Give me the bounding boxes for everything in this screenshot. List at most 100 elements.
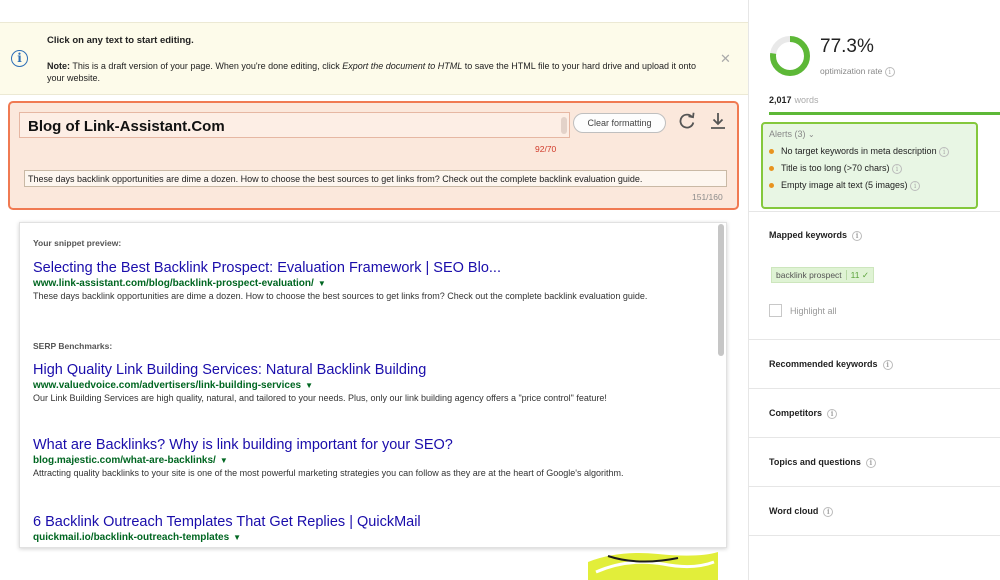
result-title[interactable]: Selecting the Best Backlink Prospect: Ev… bbox=[33, 259, 693, 277]
sidebar: 77.3% optimization rate i 2,017 words Ale… bbox=[748, 0, 1000, 580]
result-url-text[interactable]: blog.majestic.com/what-are-backlinks/ bbox=[33, 455, 216, 466]
refresh-icon[interactable] bbox=[678, 111, 696, 131]
highlight-all-checkbox[interactable] bbox=[769, 304, 782, 317]
result-description: Attracting quality backlinks to your sit… bbox=[33, 468, 624, 478]
description-text[interactable]: These days backlink opportunities are di… bbox=[28, 174, 642, 184]
benchmark-result: High Quality Link Building Services: Nat… bbox=[33, 361, 693, 404]
optimization-rate-label-text: optimization rate bbox=[820, 66, 883, 76]
alert-text: Empty image alt text (5 images) bbox=[781, 180, 908, 190]
chevron-down-icon[interactable]: ▼ bbox=[318, 279, 326, 288]
result-url-text[interactable]: www.link-assistant.com/blog/backlink-pro… bbox=[33, 278, 314, 289]
chevron-down-icon[interactable]: ▼ bbox=[220, 456, 228, 465]
optimization-rate-label: optimization rate i bbox=[820, 66, 895, 77]
result-description: Our Link Building Services are high qual… bbox=[33, 393, 607, 403]
result-url[interactable]: blog.majestic.com/what-are-backlinks/ ▼ bbox=[33, 454, 693, 468]
result-url-text[interactable]: quickmail.io/backlink-outreach-templates bbox=[33, 532, 229, 543]
optimization-rate-value: 77.3% bbox=[820, 36, 874, 57]
alert-item: No target keywords in meta description i bbox=[769, 146, 950, 157]
optimization-donut bbox=[770, 36, 810, 76]
snippet-scrollbar[interactable] bbox=[718, 224, 724, 356]
notice-note-label: Note: bbox=[47, 61, 70, 71]
alert-text: No target keywords in meta description bbox=[781, 146, 937, 156]
result-url[interactable]: quickmail.io/backlink-outreach-templates… bbox=[33, 531, 693, 545]
alerts-header-text[interactable]: Alerts (3) bbox=[769, 129, 806, 139]
word-count-value: 2,017 bbox=[769, 95, 792, 105]
word-cloud-heading[interactable]: Word cloud i bbox=[769, 506, 834, 517]
benchmark-result: What are Backlinks? Why is link building… bbox=[33, 436, 693, 479]
info-icon[interactable]: i bbox=[865, 457, 876, 468]
info-icon[interactable]: i bbox=[891, 163, 902, 174]
title-text[interactable]: Blog of Link-Assistant.Com bbox=[28, 118, 225, 135]
top-bar bbox=[0, 0, 748, 22]
clear-formatting-button[interactable]: Clear formatting bbox=[573, 113, 666, 133]
competitors-label[interactable]: Competitors bbox=[769, 408, 822, 418]
info-icon: i bbox=[11, 50, 28, 67]
keyword-chip[interactable]: backlink prospect 11 ✓ bbox=[771, 267, 874, 283]
alerts-panel: Alerts (3) ⌄ No target keywords in meta … bbox=[761, 122, 978, 209]
sidebar-footer bbox=[749, 535, 1000, 580]
recommended-keywords-heading[interactable]: Recommended keywords i bbox=[769, 359, 893, 370]
mapped-keywords-label[interactable]: Mapped keywords bbox=[769, 230, 847, 240]
word-count-label: words bbox=[794, 95, 819, 105]
result-description: These days backlink opportunities are di… bbox=[33, 291, 648, 301]
competitors-section[interactable]: Competitors i bbox=[749, 388, 1000, 437]
chevron-down-icon[interactable]: ▼ bbox=[233, 533, 241, 542]
info-icon[interactable]: i bbox=[939, 146, 950, 157]
serp-benchmarks-label: SERP Benchmarks: bbox=[33, 341, 113, 351]
info-icon[interactable]: i bbox=[882, 359, 893, 370]
meta-editor: Blog of Link-Assistant.Com 92/70 Clear f… bbox=[8, 101, 739, 210]
title-field[interactable]: Blog of Link-Assistant.Com bbox=[19, 112, 570, 138]
description-field[interactable]: These days backlink opportunities are di… bbox=[24, 170, 727, 187]
editor-area: i Click on any text to start editing. No… bbox=[0, 0, 748, 580]
word-cloud-section[interactable]: Word cloud i bbox=[749, 486, 1000, 535]
result-url-text[interactable]: www.valuedvoice.com/advertisers/link-bui… bbox=[33, 380, 301, 391]
alert-text: Title is too long (>70 chars) bbox=[781, 163, 890, 173]
info-icon[interactable]: i bbox=[852, 230, 863, 241]
export-action-text: Export the document to HTML bbox=[342, 61, 463, 71]
background-illustration bbox=[588, 552, 718, 580]
notice-text-before: This is a draft version of your page. Wh… bbox=[70, 61, 343, 71]
alert-item: Empty image alt text (5 images) i bbox=[769, 180, 921, 191]
description-char-counter: 151/160 bbox=[692, 192, 723, 202]
checkmark-icon: ✓ bbox=[861, 270, 869, 280]
download-icon[interactable] bbox=[709, 111, 727, 131]
word-count: 2,017 words bbox=[769, 95, 819, 105]
result-url[interactable]: www.valuedvoice.com/advertisers/link-bui… bbox=[33, 379, 693, 393]
keyword-count-value: 11 bbox=[850, 270, 860, 280]
keyword-chip-text[interactable]: backlink prospect bbox=[776, 270, 842, 280]
snippet-preview-result: Selecting the Best Backlink Prospect: Ev… bbox=[33, 259, 693, 302]
info-icon[interactable]: i bbox=[823, 506, 834, 517]
word-cloud-label[interactable]: Word cloud bbox=[769, 506, 818, 516]
warning-dot-icon bbox=[769, 149, 774, 155]
result-url[interactable]: www.link-assistant.com/blog/backlink-pro… bbox=[33, 277, 693, 291]
close-icon[interactable]: ✕ bbox=[720, 52, 731, 65]
warning-dot-icon bbox=[769, 183, 774, 189]
word-count-bar bbox=[769, 112, 1000, 115]
info-icon[interactable]: i bbox=[827, 408, 838, 419]
alerts-header[interactable]: Alerts (3) ⌄ bbox=[769, 129, 815, 139]
notice-body: Note: This is a draft version of your pa… bbox=[47, 60, 707, 84]
app-window: i Click on any text to start editing. No… bbox=[0, 0, 1000, 580]
title-scrollbar[interactable] bbox=[561, 117, 567, 134]
result-title[interactable]: High Quality Link Building Services: Nat… bbox=[33, 361, 693, 379]
competitors-heading[interactable]: Competitors i bbox=[769, 408, 838, 419]
info-icon[interactable]: i bbox=[884, 66, 895, 77]
result-title[interactable]: 6 Backlink Outreach Templates That Get R… bbox=[33, 513, 693, 531]
keyword-chip-count: 11 ✓ bbox=[845, 270, 869, 280]
recommended-keywords-section[interactable]: Recommended keywords i bbox=[749, 339, 1000, 388]
mapped-keywords-heading[interactable]: Mapped keywords i bbox=[769, 230, 863, 241]
highlight-all-label[interactable]: Highlight all bbox=[790, 306, 837, 316]
recommended-keywords-label[interactable]: Recommended keywords bbox=[769, 359, 878, 369]
chevron-down-icon[interactable]: ⌄ bbox=[808, 130, 815, 139]
alert-item: Title is too long (>70 chars) i bbox=[769, 163, 902, 174]
chevron-down-icon[interactable]: ▼ bbox=[305, 381, 313, 390]
topics-label[interactable]: Topics and questions bbox=[769, 457, 861, 467]
title-char-counter: 92/70 bbox=[535, 144, 557, 154]
snippet-preview-label: Your snippet preview: bbox=[33, 238, 122, 248]
topics-section[interactable]: Topics and questions i bbox=[749, 437, 1000, 486]
warning-dot-icon bbox=[769, 166, 774, 172]
info-icon[interactable]: i bbox=[910, 180, 921, 191]
topics-heading[interactable]: Topics and questions i bbox=[769, 457, 876, 468]
benchmark-result: 6 Backlink Outreach Templates That Get R… bbox=[33, 513, 693, 545]
result-title[interactable]: What are Backlinks? Why is link building… bbox=[33, 436, 693, 454]
